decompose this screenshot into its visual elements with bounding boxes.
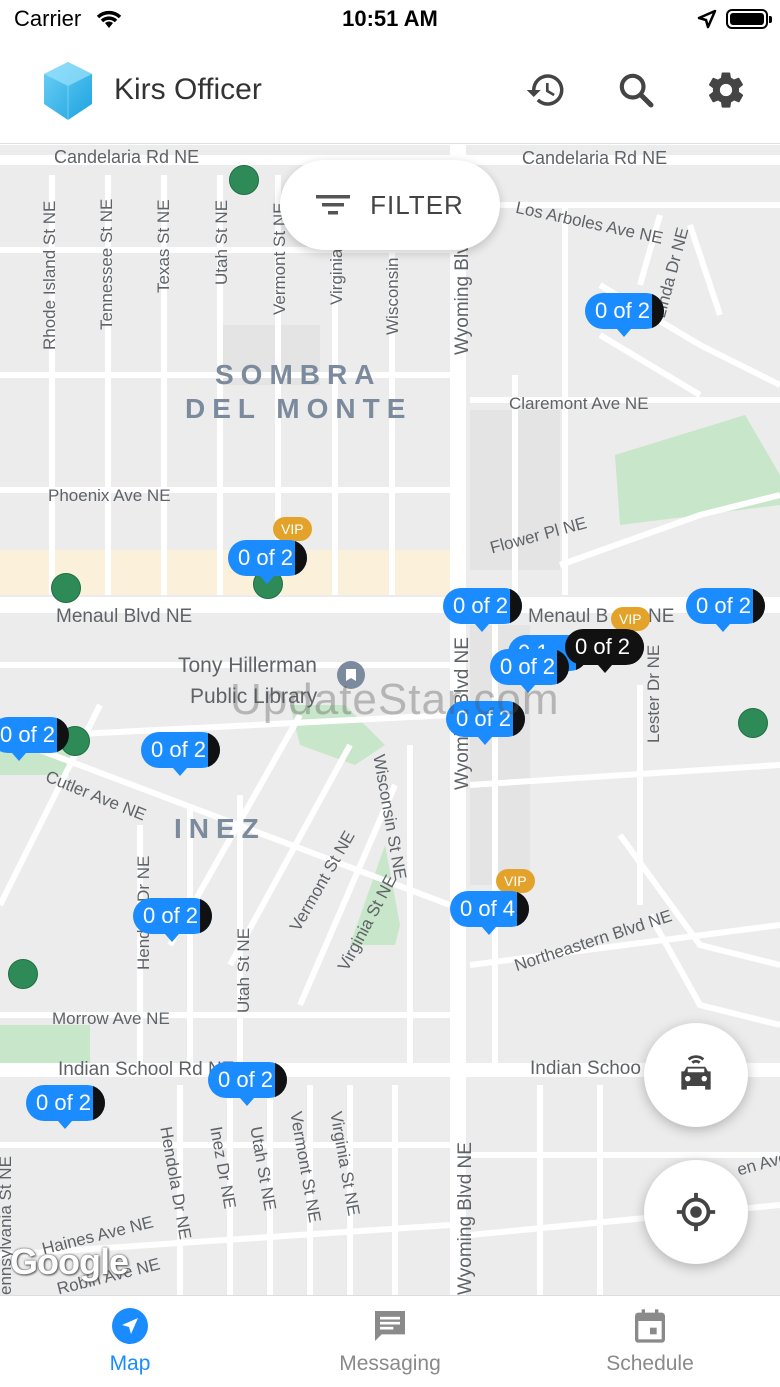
street-label: Wyoming Blvd [452,233,473,355]
watermark: UpdateStar.com [230,675,560,724]
officer-dot[interactable] [8,959,38,989]
street-label: Menaul B [528,606,609,627]
officer-dot[interactable] [229,165,259,195]
pin-count: 0 of 2 [696,593,752,618]
car-icon [681,1055,711,1090]
call-pin[interactable]: 0 of 2 [0,717,70,753]
street-label: Wyoming Blvd NE [455,1142,476,1295]
vip-badge: VIP [611,607,650,631]
street-label: Utah St NE [212,199,231,285]
map-view[interactable]: Candelaria Rd NE Candelaria Rd NE Los Ar… [0,145,780,1295]
area-label: INEZ [174,813,266,844]
call-pin[interactable]: 0 of 2 [133,898,213,934]
pin-pointer [617,329,631,337]
pin-pointer [58,1121,72,1129]
pin-count: 0 of 2 [218,1067,274,1092]
search-button[interactable] [614,68,658,112]
pin-count: 0 of 2 [595,298,651,323]
nav-label: Map [109,1352,151,1375]
pin-pointer [475,624,489,632]
call-pin[interactable]: 0 of 2 [443,588,523,624]
call-pin[interactable]: 0 of 2 [141,732,221,768]
area-label: SOMBRA [215,359,382,390]
app-logo-icon [42,60,94,127]
pin-pointer [478,737,492,745]
call-pin[interactable]: 0 of 2 [565,629,645,665]
street-label: Texas St NE [154,199,173,293]
nav-label: Messaging [339,1352,441,1375]
street-label: Morrow Ave NE [52,1009,170,1028]
filter-label: FILTER [370,189,464,220]
status-bar: Carrier 10:51 AM [0,0,780,40]
calendar-icon [635,1309,665,1343]
street-label: Candelaria Rd NE [54,147,200,167]
pin-pointer [598,665,612,673]
vehicle-button[interactable] [644,1023,748,1127]
officer-dot[interactable] [738,708,768,738]
nav-label: Schedule [606,1352,694,1375]
pin-count: 0 of 2 [151,737,207,762]
street-label: Lester Dr NE [644,644,663,743]
app-title: Kirs Officer [114,73,262,106]
street-label: Virginia [327,248,346,305]
street-label: Indian Schoo [530,1058,641,1079]
settings-button[interactable] [704,68,748,112]
call-pin[interactable]: 0 of 2 [686,588,766,624]
street-label: Utah St NE [234,927,253,1013]
street-label: Claremont Ave NE [509,394,649,413]
pin-pointer [260,576,274,584]
settings-icon [708,72,744,108]
pin-pointer [716,624,730,632]
area-label: DEL MONTE [185,393,413,424]
my-location-icon [676,1192,716,1232]
call-pin[interactable]: 0 of 2 [228,540,308,576]
pin-count: 0 of 2 [238,545,294,570]
street-label: Menaul Blvd NE [56,606,193,627]
street-label: Rhode Island St NE [40,200,59,350]
nav-messaging[interactable]: Messaging [290,1306,490,1376]
google-attribution: Google [10,1241,129,1282]
pin-count: 0 of 2 [36,1090,92,1115]
pin-pointer [165,934,179,942]
call-pin[interactable]: 0 of 2 [585,293,665,329]
pin-count: 0 of 2 [575,634,631,659]
pin-count: 0 of 2 [143,903,199,928]
location-arrow-icon [697,9,717,34]
pin-pointer [240,1098,254,1106]
street-label: Phoenix Ave NE [48,486,171,505]
call-pin[interactable]: 0 of 2 [208,1062,288,1098]
filter-icon [316,195,351,215]
app-header: Kirs Officer [0,40,780,144]
pin-pointer [482,927,496,935]
pin-pointer [12,753,26,761]
history-icon [526,74,564,106]
vip-badge: VIP [496,869,535,893]
nav-schedule[interactable]: Schedule [550,1306,750,1376]
street-label: Tennessee St NE [97,198,116,330]
vip-badge: VIP [273,517,312,541]
pin-count: 0 of 2 [0,722,56,747]
battery-icon [726,9,772,29]
status-time: 10:51 AM [342,6,438,31]
street-label: NE [648,606,675,627]
pin-pointer [173,768,187,776]
navigation-icon [112,1308,148,1344]
pin-count: 0 of 4 [460,896,516,921]
call-pin[interactable]: 0 of 4 [450,891,530,927]
search-icon [619,73,654,108]
call-pin[interactable]: 0 of 2 [26,1085,106,1121]
street-label: Candelaria Rd NE [522,148,668,168]
bottom-nav: Map Messaging Schedule [0,1295,780,1387]
my-location-button[interactable] [644,1160,748,1264]
history-button[interactable] [524,68,568,112]
officer-dot[interactable] [51,573,81,603]
filter-button[interactable]: FILTER [280,160,500,250]
pin-count: 0 of 2 [453,593,509,618]
message-icon [375,1311,405,1341]
street-label: Wisconsin [383,257,402,335]
nav-map[interactable]: Map [30,1306,230,1376]
